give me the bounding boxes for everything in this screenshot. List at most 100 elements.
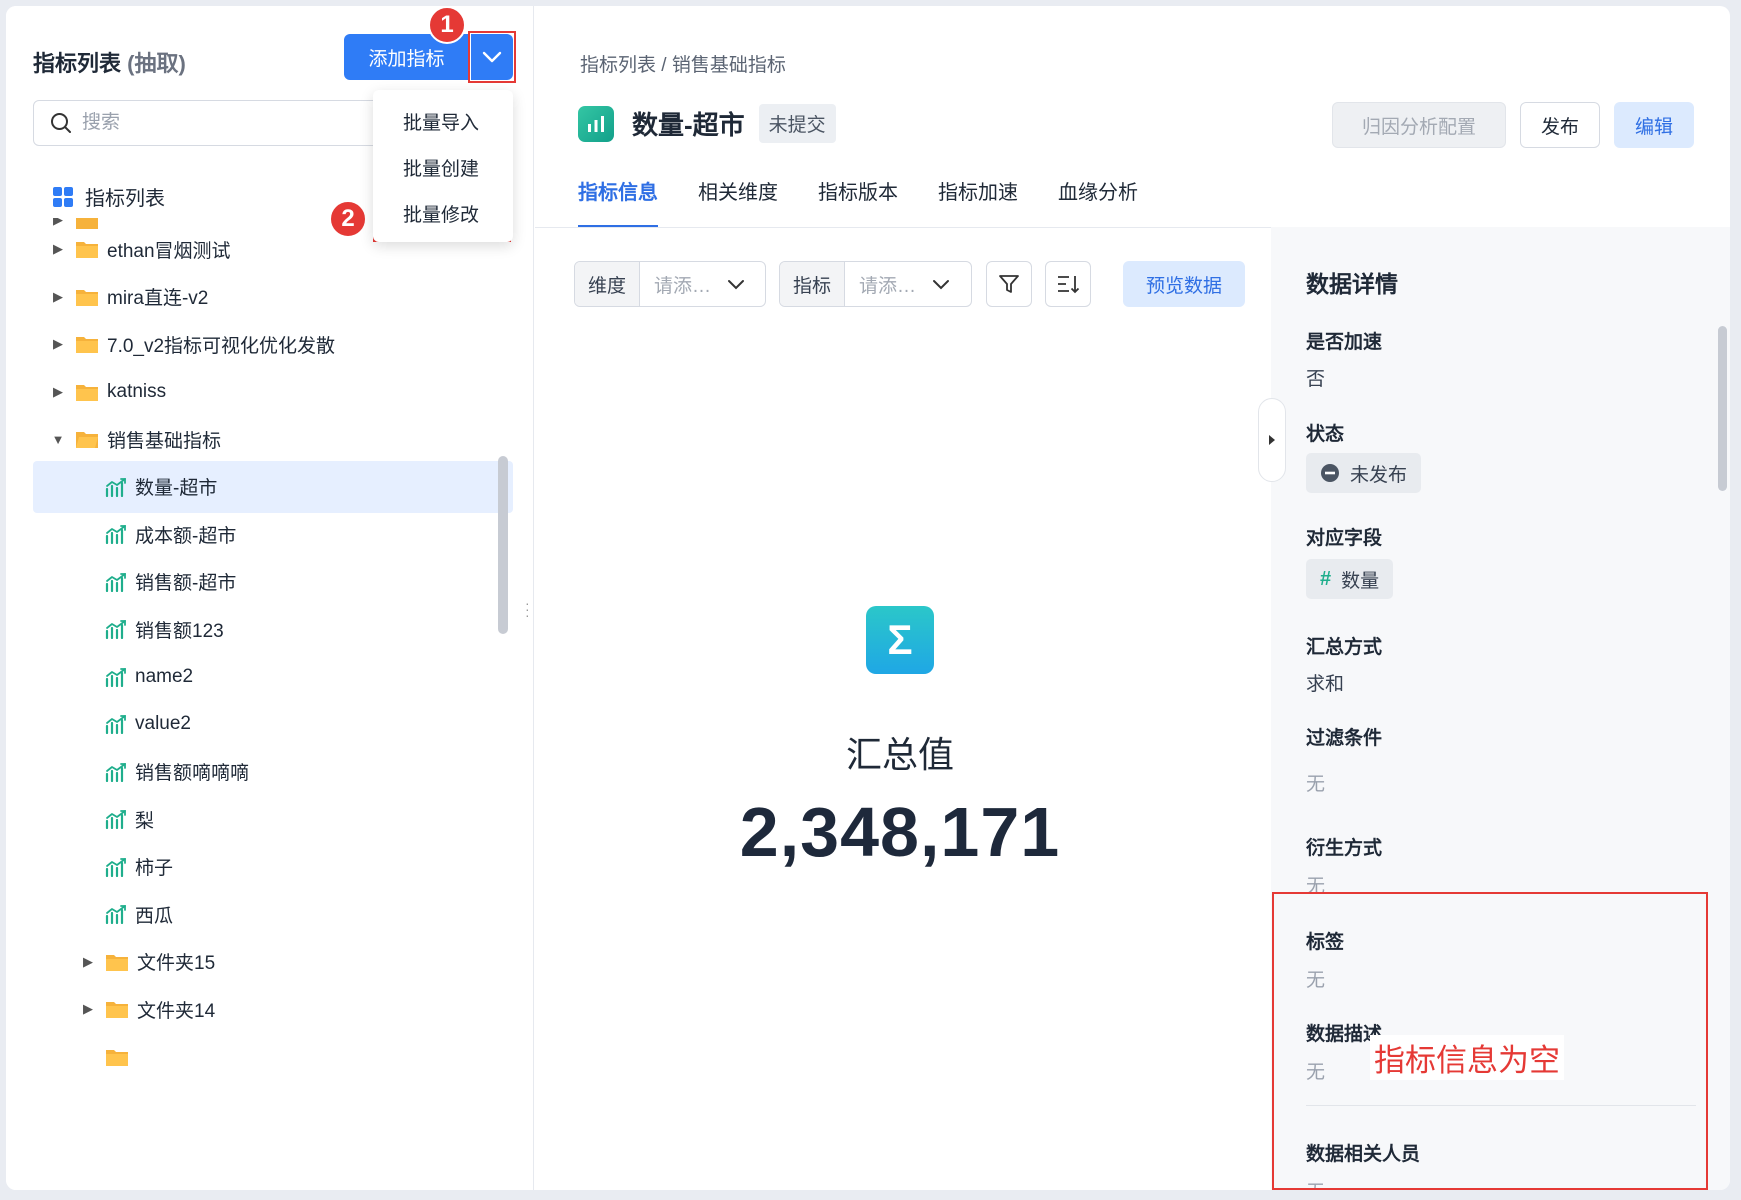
detail-title: 数据详情 — [1306, 271, 1398, 297]
metric-select-label: 指标 — [780, 262, 846, 306]
metric-icon — [105, 809, 127, 829]
field-value-tags: 无 — [1306, 970, 1326, 991]
folder-icon — [75, 239, 99, 259]
metric-tree: ▶ ▶ ethan冒烟测试 ▶ mira直连-v2 ▶ 7.0_v2指标可视化优化发散 ▶ k… — [33, 218, 513, 1162]
tree-item-label: mira直连-v2 — [107, 288, 209, 309]
field-label-tags: 标签 — [1306, 932, 1345, 953]
tab-lineage-analysis[interactable]: 血缘分析 — [1058, 176, 1138, 228]
hash-icon: # — [1320, 567, 1332, 590]
folder-icon — [105, 999, 129, 1019]
metric-icon — [105, 572, 127, 592]
tab-metric-info[interactable]: 指标信息 — [578, 176, 658, 228]
tree-metric[interactable]: 西瓜 — [33, 888, 513, 940]
tree-metric[interactable]: 数量-超市 — [33, 460, 513, 513]
caret-right-icon[interactable]: ▶ — [51, 336, 65, 352]
preview-data-button[interactable]: 预览数据 — [1123, 261, 1245, 307]
tree-metric[interactable]: 柿子 — [33, 841, 513, 893]
tree-item-label: value2 — [135, 713, 191, 734]
field-label-filter: 过滤条件 — [1306, 728, 1383, 749]
tree-folder[interactable]: ▼ 销售基础指标 — [33, 413, 513, 465]
detail-collapse-handle[interactable] — [1258, 398, 1286, 482]
filter-button[interactable] — [986, 261, 1032, 307]
folder-icon — [105, 952, 129, 972]
tree-metric[interactable]: 销售额嘀嘀嘀 — [33, 746, 513, 798]
page-title: 数量-超市 — [632, 110, 745, 140]
tree-folder[interactable]: ▶ 文件夹15 — [33, 936, 513, 988]
caret-right-icon[interactable]: ▶ — [51, 384, 65, 400]
status-chip: 未发布 — [1306, 453, 1422, 493]
folder-icon — [75, 429, 99, 449]
caret-right-icon[interactable]: ▶ — [51, 241, 65, 257]
tree-metric[interactable]: 销售额-超市 — [33, 556, 513, 608]
menu-item-batch-import[interactable]: 批量导入 — [373, 98, 513, 144]
caret-right-icon[interactable]: ▶ — [81, 954, 95, 970]
tree-item-clipped — [33, 1031, 513, 1083]
tree-item-label: 7.0_v2指标可视化优化发散 — [107, 335, 336, 357]
tree-folder[interactable]: ▶ 7.0_v2指标可视化优化发散 — [33, 318, 513, 370]
tree-metric[interactable]: name2 — [33, 651, 513, 703]
caret-right-icon — [1269, 435, 1275, 445]
field-value-accelerated: 否 — [1306, 369, 1326, 390]
status-badge: 未提交 — [758, 104, 836, 143]
sidebar-scrollbar[interactable] — [498, 456, 508, 634]
dimension-select-label: 维度 — [575, 262, 641, 306]
tree-metric[interactable]: 梨 — [33, 793, 513, 845]
chevron-down-icon — [482, 51, 502, 63]
field-label-field: 对应字段 — [1306, 528, 1383, 549]
tree-item-label: ethan冒烟测试 — [107, 240, 231, 262]
field-value-filter: 无 — [1306, 774, 1326, 795]
edit-button[interactable]: 编辑 — [1614, 102, 1694, 148]
dimension-select[interactable]: 维度 请添… — [574, 261, 766, 307]
add-metric-dropdown-toggle[interactable] — [471, 34, 513, 80]
metric-select[interactable]: 指标 请添… — [779, 261, 972, 307]
metric-select-placeholder: 请添… — [859, 275, 917, 297]
detail-divider — [1306, 1105, 1696, 1106]
tree-root-label: 指标列表 — [85, 188, 165, 210]
tree-item-label: 销售额-超市 — [135, 573, 237, 594]
tree-root[interactable]: 指标列表 — [53, 182, 165, 211]
menu-item-batch-create[interactable]: 批量创建 — [373, 144, 513, 190]
summary-value: 2,348,171 — [739, 793, 1061, 871]
tree-item-label: 销售基础指标 — [107, 430, 222, 452]
tree-metric[interactable]: 销售额123 — [33, 603, 513, 655]
annotation-badge-1: 1 — [428, 6, 466, 44]
folder-icon — [75, 382, 99, 402]
tree-item-label: katniss — [107, 380, 167, 402]
chevron-down-icon — [933, 279, 950, 289]
tree-metric[interactable]: 成本额-超市 — [33, 508, 513, 560]
resize-handle[interactable]: · · · — [525, 596, 530, 622]
sort-button[interactable] — [1045, 261, 1091, 307]
attribution-config-button[interactable]: 归因分析配置 — [1332, 102, 1506, 148]
sidebar-title: 指标列表 (抽取) — [33, 46, 186, 78]
caret-right-icon[interactable]: ▶ — [81, 1001, 95, 1017]
tree-folder[interactable]: ▶ mira直连-v2 — [33, 271, 513, 323]
tab-metric-acceleration[interactable]: 指标加速 — [938, 176, 1018, 228]
app-window: 指标列表 (抽取) 添加指标 1 批量导入 批量创建 批量修改 2 指标列表 — [6, 6, 1730, 1190]
sigma-icon: Σ — [866, 606, 934, 674]
filter-bar: 维度 请添… 指标 请添… 预览数据 — [574, 261, 1245, 307]
tab-metric-versions[interactable]: 指标版本 — [818, 176, 898, 228]
chevron-down-icon — [728, 279, 745, 289]
tree-folder[interactable]: ▶ 文件夹14 — [33, 983, 513, 1035]
metric-icon — [105, 714, 127, 734]
caret-down-icon[interactable]: ▼ — [51, 432, 65, 447]
sidebar-title-suffix: (抽取) — [127, 51, 186, 76]
field-value-status: 未发布 — [1350, 464, 1408, 486]
tree-metric[interactable]: value2 — [33, 698, 513, 750]
tab-related-dimensions[interactable]: 相关维度 — [698, 176, 778, 228]
summary-card: Σ 汇总值 2,348,171 — [535, 606, 1265, 872]
tree-item-label: name2 — [135, 665, 194, 687]
title-row: 数量-超市 未提交 — [578, 104, 836, 143]
metric-icon — [105, 619, 127, 639]
menu-item-batch-modify[interactable]: 批量修改 — [373, 190, 513, 236]
publish-button[interactable]: 发布 — [1520, 102, 1600, 148]
detail-scrollbar[interactable] — [1718, 326, 1727, 491]
filter-icon — [999, 275, 1019, 293]
tree-folder[interactable]: ▶ katniss — [33, 366, 513, 418]
batch-dropdown-menu: 批量导入 批量创建 批量修改 — [373, 90, 513, 242]
field-value-description: 无 — [1306, 1062, 1326, 1083]
metric-icon — [105, 477, 127, 497]
caret-right-icon[interactable]: ▶ — [51, 289, 65, 305]
tree-item-label: 成本额-超市 — [135, 525, 237, 547]
search-input[interactable] — [82, 112, 332, 134]
